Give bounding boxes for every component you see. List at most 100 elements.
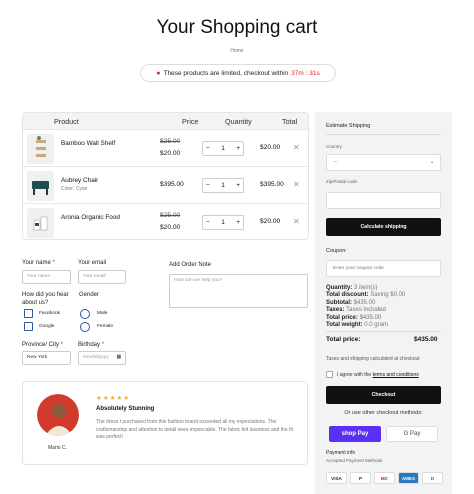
minus-icon[interactable]: −	[206, 182, 210, 189]
estimate-shipping-title: Estimate Shipping	[326, 123, 371, 129]
mastercard-icon: MC	[374, 472, 395, 484]
quantity-stepper[interactable]: − 1 +	[202, 215, 244, 230]
visa-icon: VISA	[326, 472, 347, 484]
payment-info-label: Payment info	[326, 450, 356, 456]
notice-text: These products are limited, checkout wit…	[163, 69, 289, 77]
divider	[326, 331, 441, 332]
birthday-label: Birthday *	[78, 342, 105, 348]
plus-icon[interactable]: +	[236, 145, 240, 152]
note-label: Add Order Note	[169, 262, 212, 268]
amex-icon: AMEX	[398, 472, 419, 484]
google-pay-button[interactable]: G Pay	[386, 426, 438, 442]
old-price: $25.00	[160, 138, 181, 145]
col-product: Product	[54, 116, 79, 126]
quantity-stepper[interactable]: − 1 +	[202, 141, 244, 156]
google-option: Google	[39, 324, 55, 329]
paypal-icon: P	[350, 472, 371, 484]
table-row: Bamboo Wall Shelf $25.00 $20.00 − 1 + $20.…	[23, 129, 308, 166]
table-row: Aronia Organic Food $25.00 $20.00 − 1 + $2…	[23, 203, 308, 239]
zip-label: Zip/Postal code	[326, 179, 358, 184]
plus-icon[interactable]: +	[236, 182, 240, 189]
remove-icon[interactable]: ✕	[293, 180, 300, 189]
col-quantity: Quantity	[225, 116, 252, 126]
terms-link[interactable]: terms and conditions	[373, 372, 419, 378]
agree-text: I agree with the terms and conditions	[337, 372, 419, 378]
accepted-methods-label: Accepted Payment Methods	[326, 458, 383, 463]
google-checkbox[interactable]	[24, 322, 33, 331]
col-price: Price	[182, 116, 199, 126]
price: $395.00	[160, 181, 184, 188]
quantity-value[interactable]: 1	[221, 219, 225, 226]
quantity-value[interactable]: 1	[221, 182, 225, 189]
cart-table: Product Price Quantity Total Bamboo Wall…	[22, 112, 309, 240]
table-row: Aubrey Chair Color: Cyan $395.00 − 1 + $39…	[23, 166, 308, 203]
limited-notice: ● These products are limited, checkout w…	[140, 64, 336, 82]
coupon-label: Coupon:	[326, 248, 347, 254]
col-total: Total	[282, 116, 298, 126]
hear-label: How did you hear about us?	[22, 292, 69, 306]
facebook-option: Facebook	[39, 311, 61, 316]
table-header: Product Price Quantity Total	[23, 113, 308, 129]
province-input[interactable]: New York	[22, 351, 71, 365]
remove-icon[interactable]: ✕	[293, 143, 300, 152]
product-name[interactable]: Aronia Organic Food	[61, 214, 120, 221]
name-label: Your name *	[22, 260, 55, 266]
reviewer-name: Mario C.	[48, 445, 67, 451]
price: $20.00	[160, 150, 181, 157]
review-title: Absolutely Stunning	[96, 406, 155, 412]
tax-note: Taxes and shipping calculated at checkou…	[326, 356, 420, 362]
province-label: Province/ City *	[22, 342, 64, 348]
product-name[interactable]: Aubrey Chair	[61, 177, 98, 184]
price: $20.00	[160, 224, 181, 231]
minus-icon[interactable]: −	[206, 219, 210, 226]
birthday-input[interactable]: mm/dd/yyyy ▦	[78, 351, 126, 365]
calendar-icon: ▦	[116, 355, 121, 360]
total-value: $435.00	[414, 336, 438, 343]
male-radio[interactable]	[80, 309, 90, 319]
divider	[326, 134, 441, 135]
product-image[interactable]	[27, 208, 54, 238]
facebook-checkbox[interactable]	[24, 309, 33, 318]
plus-icon[interactable]: +	[236, 219, 240, 226]
product-variant: Color: Cyan	[61, 186, 88, 192]
email-label: Your email	[78, 260, 107, 266]
name-input[interactable]: Your name	[22, 270, 71, 284]
payment-cards: VISA P MC AMEX D	[326, 472, 443, 484]
line-total: $20.00	[260, 218, 281, 225]
chevron-down-icon: ⌄	[429, 160, 434, 165]
female-option: Female	[97, 324, 113, 329]
agree-checkbox[interactable]	[326, 371, 333, 378]
order-sidebar: Estimate Shipping Country --- ⌄ Zip/Posta…	[315, 112, 452, 494]
product-image[interactable]	[27, 171, 54, 201]
shop-pay-button[interactable]: shop Pay	[329, 426, 381, 442]
minus-icon[interactable]: −	[206, 145, 210, 152]
order-note-textarea[interactable]: How can we help you?	[169, 274, 308, 308]
fire-icon: ●	[156, 69, 161, 77]
remove-icon[interactable]: ✕	[293, 217, 300, 226]
total-label: Total price:	[326, 336, 361, 343]
male-option: Male	[97, 311, 108, 316]
order-summary: Quantity: 3 item(s) Total discount: Savi…	[326, 285, 406, 329]
page-title: Your Shopping cart	[156, 17, 318, 38]
countdown-timer: 37m : 31s	[291, 69, 320, 77]
quantity-value[interactable]: 1	[221, 145, 225, 152]
female-radio[interactable]	[80, 322, 90, 332]
old-price: $25.00	[160, 212, 181, 219]
zip-input[interactable]	[326, 192, 441, 209]
product-name[interactable]: Bamboo Wall Shelf	[61, 140, 115, 147]
coupon-input[interactable]: Enter your coupon code	[326, 260, 441, 277]
review-card: Mario C. ★★★★★ Absolutely Stunning The d…	[22, 381, 308, 465]
diners-icon: D	[422, 472, 443, 484]
quantity-stepper[interactable]: − 1 +	[202, 178, 244, 193]
checkout-button[interactable]: Checkout	[326, 386, 441, 404]
line-total: $395.00	[260, 181, 284, 188]
line-total: $20.00	[260, 144, 281, 151]
reviewer-avatar	[37, 394, 79, 436]
calculate-shipping-button[interactable]: Calculate shipping	[326, 218, 441, 236]
product-image[interactable]	[27, 134, 54, 164]
country-label: Country	[326, 144, 342, 149]
email-input[interactable]: Your email	[78, 270, 126, 284]
country-select[interactable]: --- ⌄	[326, 154, 441, 171]
breadcrumb[interactable]: Home	[0, 48, 474, 54]
gender-label: Gender	[79, 292, 100, 298]
